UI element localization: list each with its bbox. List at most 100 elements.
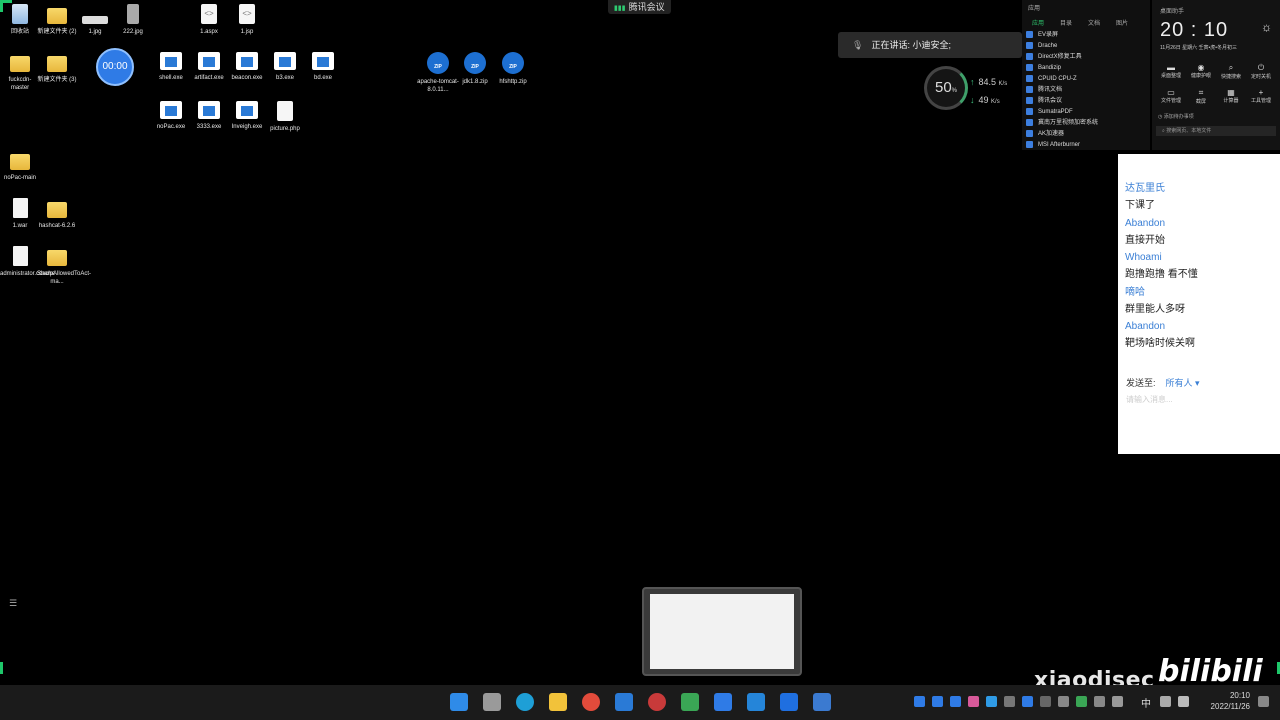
tray-icon[interactable]: [1076, 696, 1087, 707]
icon-label: 新建文件夹 (2): [37, 29, 77, 35]
tray-icon[interactable]: [1094, 696, 1105, 707]
tray-icon[interactable]: [950, 696, 961, 707]
app-item[interactable]: MSI Afterburner: [1026, 140, 1150, 150]
taskbar: 中 20:10 2022/11/26: [0, 685, 1280, 720]
tool-tool-manager[interactable]: + 工具管理: [1246, 88, 1276, 105]
desktop-icon[interactable]: artifact.exe: [189, 52, 229, 82]
desktop-icon[interactable]: 新建文件夹 (2): [37, 4, 77, 36]
desktop-icon[interactable]: 新建文件夹 (3): [37, 52, 77, 84]
eye-icon: ◉: [1197, 63, 1205, 72]
meeting-indicator[interactable]: ▮▮▮ 腾讯会议: [608, 0, 671, 14]
edge-browser-icon[interactable]: [516, 693, 534, 711]
search-placeholder: 搜索网页、本地文件: [1166, 128, 1212, 134]
desktop-icon[interactable]: 3333.exe: [189, 101, 229, 131]
microphone-icon[interactable]: [1112, 696, 1123, 707]
desktop-icon[interactable]: 回收站: [0, 4, 40, 36]
tab-images[interactable]: 图片: [1116, 18, 1128, 30]
desktop-icon[interactable]: noPac-main: [0, 150, 40, 182]
app-item[interactable]: CPUID CPU-Z: [1026, 74, 1150, 85]
app-item[interactable]: EV录屏: [1026, 30, 1150, 41]
app-icon[interactable]: [780, 693, 798, 711]
desktop-icon[interactable]: <> 1.jsp: [227, 4, 267, 36]
desktop-icon[interactable]: ZIP apache-tomcat-8.0.11...: [417, 52, 459, 94]
desktop-icon[interactable]: <> 1.aspx: [189, 4, 229, 36]
desktop-icon[interactable]: ZIP hfshttp.zip: [493, 52, 533, 86]
window-preview[interactable]: [642, 587, 802, 676]
desktop-icon[interactable]: fuckcdn-master: [0, 52, 40, 92]
desktop-icon[interactable]: b3.exe: [265, 52, 305, 82]
tab-directory[interactable]: 目录: [1060, 18, 1072, 30]
tray-icon[interactable]: [1058, 696, 1069, 707]
app-icon[interactable]: [747, 693, 765, 711]
tool-quick-search[interactable]: ⌕ 快捷搜索: [1216, 63, 1246, 80]
app-icon: [1026, 63, 1033, 71]
exe-file-icon: [274, 52, 296, 70]
start-icon[interactable]: [450, 693, 468, 711]
app-item[interactable]: AK加速器: [1026, 129, 1150, 140]
desktop-icon[interactable]: noPac.exe: [151, 101, 191, 131]
tray-icon[interactable]: [1004, 696, 1015, 707]
app-icon[interactable]: [681, 693, 699, 711]
desktop-icon[interactable]: 1.war: [0, 198, 40, 230]
app-icon: [1026, 118, 1033, 126]
desktop-icon[interactable]: administrator.ccache: [0, 246, 55, 278]
app-item[interactable]: 冀南万里视频加密系统: [1026, 118, 1150, 129]
file-explorer-icon[interactable]: [549, 693, 567, 711]
desktop-icon[interactable]: bd.exe: [303, 52, 343, 82]
tool-calculator[interactable]: ▦ 计算器: [1216, 88, 1246, 105]
app-item[interactable]: 腾讯会议: [1026, 96, 1150, 107]
desktop-icon[interactable]: shell.exe: [151, 52, 191, 82]
desktop-icon[interactable]: SharpAllowedToAct-ma...: [37, 246, 91, 286]
notification-icon[interactable]: [1258, 696, 1269, 707]
tab-apps[interactable]: 应用: [1032, 18, 1044, 30]
exe-file-icon: [198, 101, 220, 119]
volume-icon[interactable]: [1178, 696, 1189, 707]
list-icon[interactable]: ☰: [9, 598, 19, 609]
icon-label: 1.war: [12, 223, 28, 229]
tool-shutdown-timer[interactable]: ⏻ 定时关机: [1246, 63, 1276, 80]
tray-icon[interactable]: [1022, 696, 1033, 707]
desktop-icon[interactable]: 1.jpg: [75, 4, 115, 36]
chat-input[interactable]: 请输入消息...: [1126, 394, 1173, 405]
tool-eye-care[interactable]: ◉ 健康护眼: [1186, 63, 1216, 80]
app-item[interactable]: Bandizip: [1026, 63, 1150, 74]
desktop-icon[interactable]: Inveigh.exe: [227, 101, 267, 131]
icon-label: 1.jsp: [240, 29, 254, 35]
desktop-icon[interactable]: picture.php: [265, 101, 305, 133]
tray-icon[interactable]: [1040, 696, 1051, 707]
desktop-icon[interactable]: 222.jpg: [113, 4, 153, 36]
search-icon: ⌕: [1228, 63, 1234, 72]
tray-icon[interactable]: [914, 696, 925, 707]
app-item[interactable]: DirectX修复工具: [1026, 52, 1150, 63]
tool-screenshot[interactable]: ⌗ 截屏: [1186, 88, 1216, 105]
add-todo[interactable]: ◷ 添加待办事项: [1152, 105, 1280, 120]
app-icon[interactable]: [615, 693, 633, 711]
desktop-icon[interactable]: hashcat-6.2.6: [37, 198, 77, 230]
network-icon[interactable]: [1160, 696, 1171, 707]
weather-sun-icon[interactable]: ☼: [1261, 20, 1272, 34]
widget-tools: ▬ 桌面整理 ◉ 健康护眼 ⌕ 快捷搜索 ⏻ 定时关机 ▭ 文件管理 ⌗ 截屏 ▦ 计算器 +…: [1152, 51, 1280, 105]
desktop-icon[interactable]: ZIP jdk1.8.zip: [455, 52, 495, 86]
ime-indicator[interactable]: 中: [1141, 695, 1151, 710]
memory-gauge[interactable]: 50%: [924, 66, 968, 110]
widget-search-input[interactable]: ⌕ 搜索网页、本地文件: [1156, 126, 1276, 136]
chrome-icon[interactable]: [582, 693, 600, 711]
app-item[interactable]: SumatraPDF: [1026, 107, 1150, 118]
tray-icon[interactable]: [968, 696, 979, 707]
tab-documents[interactable]: 文档: [1088, 18, 1100, 30]
taskbar-clock[interactable]: 20:10 2022/11/26: [1200, 690, 1250, 712]
app-item[interactable]: 腾讯文档: [1026, 85, 1150, 96]
tencent-meeting-icon[interactable]: [714, 693, 732, 711]
send-to-select[interactable]: 所有人 ▾: [1166, 378, 1200, 388]
tool-file-manager[interactable]: ▭ 文件管理: [1156, 88, 1186, 105]
meeting-timer[interactable]: 00:00: [96, 48, 134, 86]
tray-icon[interactable]: [932, 696, 943, 707]
tray-icon[interactable]: [986, 696, 997, 707]
desktop-icon[interactable]: beacon.exe: [227, 52, 267, 82]
icon-label: SharpAllowedToAct-ma...: [37, 271, 92, 285]
app-item[interactable]: Drache: [1026, 41, 1150, 52]
app-icon[interactable]: [648, 693, 666, 711]
task-view-icon[interactable]: [483, 693, 501, 711]
tool-desktop-organize[interactable]: ▬ 桌面整理: [1156, 63, 1186, 80]
python-icon[interactable]: [813, 693, 831, 711]
